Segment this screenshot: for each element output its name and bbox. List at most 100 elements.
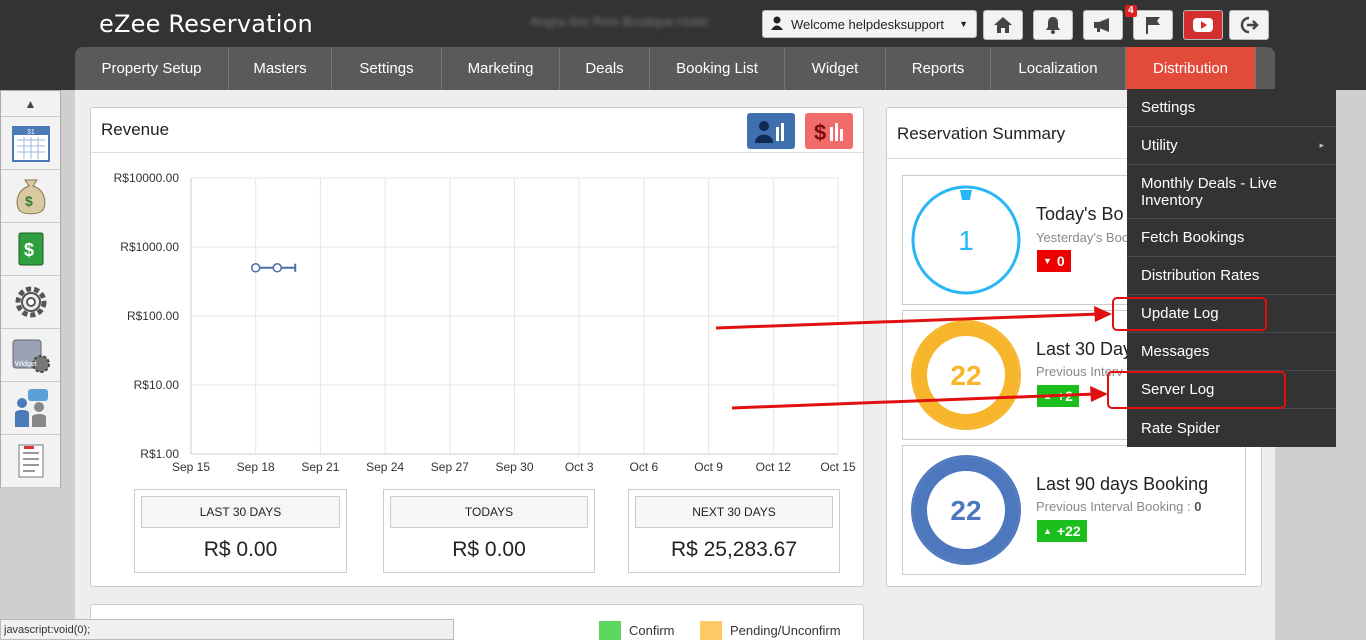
users-shortcut[interactable] [1,382,60,435]
money-bag-icon: $ [16,179,45,215]
pending-swatch [700,621,722,640]
revenue-by-amount-button[interactable]: $ [805,113,853,149]
legend-confirm: Confirm [599,621,675,640]
delta-badge: ▲ +22 [1037,520,1087,542]
tasks-shortcut[interactable] [1,435,60,488]
announcements-button[interactable] [1083,10,1123,40]
menu-item-server-log[interactable]: Server Log [1127,371,1336,409]
welcome-text: Welcome helpdesksupport [791,16,944,32]
revenue-chart: R$1.00 R$10.00 R$100.00 R$1000.00 R$10000.00… [114,171,856,474]
nav-booking-list[interactable]: Booking List [650,47,785,90]
main-navigation: Property Setup Masters Settings Marketin… [75,47,1275,90]
y-tick-label: R$10.00 [134,378,180,392]
home-button[interactable] [983,10,1023,40]
last-30-count: 22 [950,360,981,391]
card-subtitle: Yesterday's Boo [1036,230,1130,245]
stat-value: R$ 0.00 [452,538,526,561]
menu-item-label: Utility [1141,137,1178,154]
menu-item-settings[interactable]: Settings [1127,89,1336,127]
revenue-shortcut[interactable]: $ [1,170,60,223]
nav-property-setup[interactable]: Property Setup [75,47,229,90]
notification-badge: 4 [1125,5,1137,17]
today-count-ring: 1 [911,185,1021,295]
card-title: Today's Bo [1036,204,1124,224]
chevron-down-icon: ▼ [959,19,968,29]
logout-button[interactable] [1229,10,1269,40]
card-subtitle-text: Previous Interval Booking : [1036,499,1195,514]
last-90-count-ring: 22 [911,455,1021,565]
x-tick-label: Sep 24 [366,460,404,474]
delta-value: +2 [1056,388,1073,404]
data-point [272,263,283,273]
menu-item-messages[interactable]: Messages [1127,333,1336,371]
svg-text:$: $ [24,240,34,260]
nav-widget[interactable]: Widget [785,47,886,90]
nav-masters[interactable]: Masters [229,47,332,90]
up-arrow-icon: ▲ [1043,526,1052,536]
quick-sidebar: ▲ 31 $ $ Widget [0,90,61,488]
card-subtitle-value: 0 [1194,499,1202,514]
megaphone-icon [1094,18,1109,32]
revenue-by-guest-button[interactable] [747,113,795,149]
stat-label: TODAYS [390,496,588,528]
menu-item-fetch-bookings[interactable]: Fetch Bookings [1127,219,1336,257]
stat-label: LAST 30 DAYS [141,496,340,528]
cash-icon: $ [18,232,43,266]
nav-localization[interactable]: Localization [991,47,1126,90]
nav-settings[interactable]: Settings [332,47,442,90]
menu-item-utility[interactable]: Utility ▸ [1127,127,1336,165]
browser-status-bar: javascript:void(0); [0,619,454,640]
nav-deals[interactable]: Deals [560,47,650,90]
stat-label: NEXT 30 DAYS [635,496,833,528]
calendar-icon: 31 [11,126,50,162]
menu-item-monthly-deals[interactable]: Monthly Deals - Live Inventory [1127,165,1336,219]
notifications-button[interactable] [1033,10,1073,40]
card-subtitle: Previous Interv [1036,364,1123,379]
x-tick-label: Oct 12 [756,460,792,474]
stat-value: R$ 0.00 [203,538,278,561]
y-tick-label: R$1000.00 [120,240,179,254]
card-title: Last 90 days Booking [1036,474,1209,494]
menu-item-update-log[interactable]: Update Log [1127,295,1336,333]
delta-value: +22 [1056,523,1081,539]
x-tick-label: Sep 27 [431,460,469,474]
youtube-button[interactable] [1183,10,1223,40]
delta-badge: ▲ +2 [1037,385,1079,407]
x-tick-label: Sep 30 [495,460,533,474]
y-tick-label: R$1.00 [140,447,179,461]
x-tick-label: Oct 3 [565,460,594,474]
cash-shortcut[interactable]: $ [1,223,60,276]
nav-marketing[interactable]: Marketing [442,47,560,90]
widget-icon: Widget [12,339,50,373]
y-tick-label: R$100.00 [127,309,179,323]
up-arrow-icon: ▲ [1043,391,1052,401]
x-tick-label: Sep 21 [301,460,339,474]
calendar-day: 31 [27,129,35,136]
home-icon [994,17,1012,33]
card-subtitle: Previous Interval Booking : 0 [1036,499,1201,514]
user-menu-button[interactable]: Welcome helpdesksupport ▼ [762,10,977,38]
scroll-up-icon[interactable]: ▲ [1,91,60,117]
revenue-panel: Revenue $ R$1.00 R$10.00 R$100.00 R$1000.00… [90,107,864,587]
submenu-arrow-icon: ▸ [1319,140,1324,150]
today-count: 1 [958,225,974,256]
x-tick-label: Sep 15 [172,460,210,474]
menu-item-rate-spider[interactable]: Rate Spider [1127,409,1336,447]
stat-todays: TODAYS R$ 0.00 [383,489,595,573]
nav-distribution[interactable]: Distribution [1126,47,1256,90]
card-title: Last 30 Day [1036,339,1133,359]
widget-shortcut[interactable]: Widget [1,329,60,382]
stat-value: R$ 25,283.67 [670,538,798,561]
menu-item-distribution-rates[interactable]: Distribution Rates [1127,257,1336,295]
delta-badge: ▼ 0 [1037,250,1071,272]
settings-shortcut[interactable] [1,276,60,329]
x-tick-label: Oct 15 [820,460,856,474]
app-logo: eZee Reservation [99,10,313,38]
nav-reports[interactable]: Reports [886,47,991,90]
legend-pending-label: Pending/Unconfirm [730,623,841,638]
distribution-dropdown-menu: Settings Utility ▸ Monthly Deals - Live … [1127,89,1336,447]
calendar-shortcut[interactable]: 31 [1,117,60,170]
flag-button[interactable] [1133,10,1173,40]
x-tick-label: Oct 9 [694,460,723,474]
bell-icon [1046,17,1060,34]
